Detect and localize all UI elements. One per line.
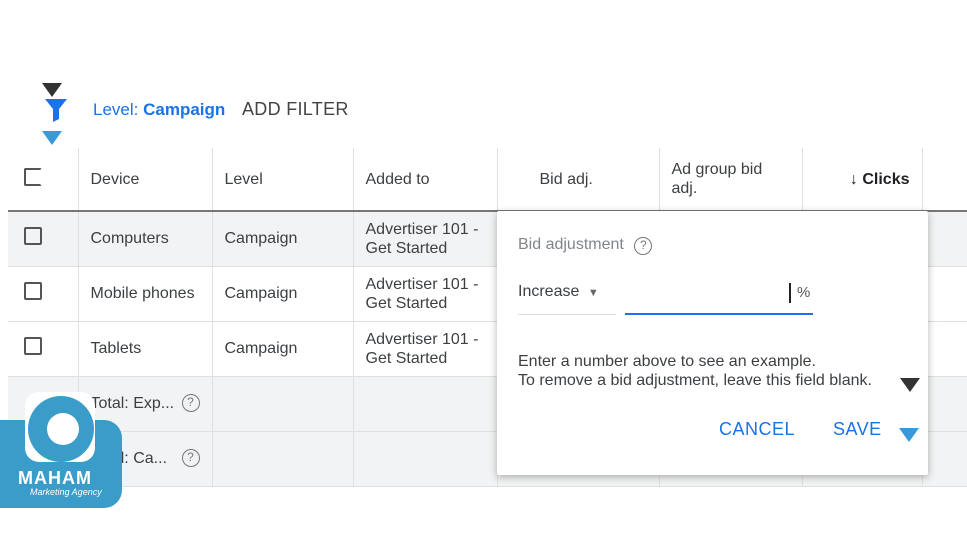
bid-adjustment-input[interactable]: %: [625, 281, 813, 315]
dropdown-arrow-icon: ▼: [587, 287, 599, 299]
cancel-button[interactable]: CANCEL: [719, 419, 795, 440]
row-checkbox[interactable]: [24, 282, 42, 300]
help-icon[interactable]: ?: [634, 237, 653, 255]
help-icon[interactable]: ?: [181, 394, 200, 412]
help-icon[interactable]: ?: [181, 449, 200, 467]
header-added-to[interactable]: Added to: [353, 148, 498, 212]
header-ad-group-bid-adj[interactable]: Ad group bid adj.: [659, 148, 803, 212]
logo: MAHAM Marketing Agency: [0, 392, 122, 508]
row-checkbox[interactable]: [24, 227, 42, 246]
filter-icon[interactable]: [44, 97, 68, 123]
header-bid-adj[interactable]: Bid adj.: [497, 148, 660, 212]
bid-adjustment-popup: Bid adjustment ? Increase ▼ % Enter a nu…: [497, 211, 928, 475]
marker-triangle-icon: [900, 378, 920, 392]
marker-triangle-icon: [42, 83, 62, 97]
add-filter-button[interactable]: ADD FILTER: [242, 99, 349, 120]
sort-down-icon: ↓: [849, 170, 863, 188]
marker-triangle-icon: [899, 428, 919, 442]
save-button[interactable]: SAVE: [833, 419, 882, 440]
popup-title: Bid adjustment: [518, 236, 624, 253]
select-all-checkbox[interactable]: [8, 148, 79, 212]
level-filter[interactable]: Level: Campaign: [93, 100, 225, 120]
header-level[interactable]: Level: [212, 148, 354, 212]
direction-select[interactable]: Increase ▼: [518, 283, 616, 315]
header-device[interactable]: Device: [78, 148, 213, 212]
row-checkbox[interactable]: [24, 337, 42, 355]
header-clicks[interactable]: ↓ Clicks: [802, 148, 923, 212]
marker-triangle-icon: [42, 131, 62, 145]
